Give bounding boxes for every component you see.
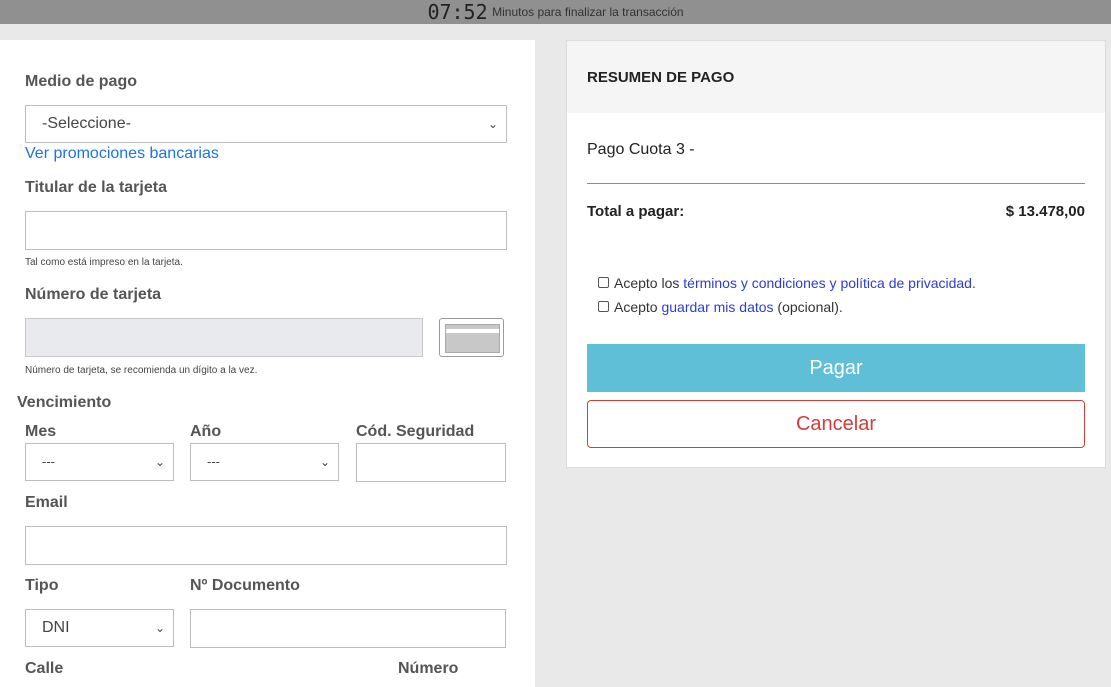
card-holder-input[interactable] [25, 211, 507, 250]
save-data-text: Acepto guardar mis datos (opcional). [614, 299, 843, 315]
payment-method-value: -Seleccione- [42, 115, 131, 132]
payment-method-label: Medio de pago [25, 73, 137, 90]
doc-number-input[interactable] [190, 609, 506, 648]
cancel-button[interactable]: Cancelar [587, 400, 1085, 448]
timer-value: 07:52 [427, 0, 488, 24]
expiry-label: Vencimiento [17, 394, 112, 411]
street-label: Calle [25, 660, 64, 677]
cvv-input[interactable] [356, 443, 506, 482]
card-holder-help: Tal como está impreso en la tarjeta. [25, 257, 183, 268]
save-data-suffix: (opcional). [773, 299, 843, 315]
month-label: Mes [25, 423, 57, 440]
chevron-down-icon: ⌄ [154, 455, 165, 469]
terms-prefix: Acepto los [614, 275, 684, 291]
total-label: Total a pagar: [587, 203, 685, 220]
number-label: Número [398, 660, 459, 677]
chevron-down-icon: ⌄ [319, 455, 330, 469]
year-value: --- [207, 454, 220, 469]
timer-label: Minutos para finalizar la transacción [492, 5, 684, 19]
card-number-help: Número de tarjeta, se recomienda un dígi… [25, 365, 258, 376]
month-value: --- [42, 454, 55, 469]
chevron-down-icon: ⌄ [487, 117, 498, 131]
terms-checkbox[interactable] [598, 277, 609, 288]
timer-bar: 07:52 Minutos para finalizar la transacc… [0, 0, 1111, 24]
save-data-link[interactable]: guardar mis datos [661, 299, 773, 315]
card-number-input[interactable] [25, 318, 423, 357]
terms-link[interactable]: términos y condiciones y política de pri… [683, 275, 976, 291]
summary-item: Pago Cuota 3 - [587, 141, 695, 158]
credit-card-icon [445, 324, 500, 353]
year-select[interactable]: --- ⌄ [190, 443, 339, 481]
email-input[interactable] [25, 526, 507, 565]
save-data-checkbox[interactable] [598, 301, 609, 312]
payment-summary: RESUMEN DE PAGO Pago Cuota 3 - Total a p… [566, 40, 1106, 468]
month-select[interactable]: --- ⌄ [25, 443, 174, 481]
promotions-link[interactable]: Ver promociones bancarias [25, 145, 219, 163]
payment-method-select[interactable]: -Seleccione- ⌄ [25, 105, 507, 143]
email-label: Email [25, 494, 68, 511]
card-holder-label: Titular de la tarjeta [25, 179, 167, 196]
doc-type-select[interactable]: DNI ⌄ [25, 609, 174, 647]
doc-number-label: Nº Documento [190, 577, 300, 594]
doc-type-label: Tipo [25, 577, 59, 594]
total-value: $ 13.478,00 [1005, 203, 1085, 220]
doc-type-value: DNI [42, 619, 70, 636]
year-label: Año [190, 423, 222, 440]
card-scan-button[interactable] [439, 318, 504, 357]
terms-text: Acepto los términos y condiciones y polí… [614, 275, 976, 291]
chevron-down-icon: ⌄ [154, 621, 165, 635]
card-number-label: Número de tarjeta [25, 286, 162, 303]
cvv-label: Cód. Seguridad [356, 423, 475, 440]
summary-header: RESUMEN DE PAGO [567, 41, 1105, 113]
payment-form: Medio de pago -Seleccione- ⌄ Ver promoci… [0, 40, 535, 687]
summary-title: RESUMEN DE PAGO [587, 69, 735, 86]
save-data-prefix: Acepto [614, 299, 662, 315]
summary-divider [587, 183, 1085, 184]
pay-button[interactable]: Pagar [587, 344, 1085, 392]
